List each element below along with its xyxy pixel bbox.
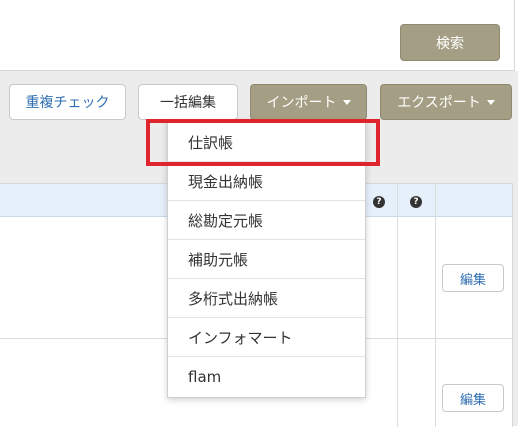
export-label: エクスポート [397, 95, 481, 111]
bulk-edit-button[interactable]: 一括編集 [138, 84, 238, 120]
menu-item-cash-book[interactable]: 現金出納帳 [168, 162, 365, 201]
search-button[interactable]: 検索 [400, 24, 500, 61]
import-label: インポート [266, 95, 337, 111]
column-divider [435, 184, 436, 427]
search-panel: 検索 [0, 0, 515, 71]
question-circle-icon[interactable]: ? [373, 196, 385, 208]
question-circle-icon[interactable]: ? [410, 196, 422, 208]
caret-down-icon [486, 99, 495, 105]
caret-down-icon [342, 99, 351, 105]
menu-item-multi-column-cash-book[interactable]: 多桁式出納帳 [168, 279, 365, 318]
column-divider [397, 184, 398, 427]
menu-item-infomart[interactable]: インフォマート [168, 318, 365, 357]
export-dropdown-button[interactable]: エクスポート [380, 84, 512, 120]
menu-item-sub-ledger[interactable]: 補助元帳 [168, 240, 365, 279]
menu-item-general-ledger[interactable]: 総勘定元帳 [168, 201, 365, 240]
edit-button[interactable]: 編集 [442, 264, 504, 292]
duplicate-check-button[interactable]: 重複チェック [9, 84, 126, 120]
edit-button[interactable]: 編集 [442, 384, 504, 412]
menu-item-flam[interactable]: flam [168, 357, 365, 396]
import-dropdown-button[interactable]: インポート [250, 84, 367, 120]
highlight-annotation [146, 119, 380, 166]
